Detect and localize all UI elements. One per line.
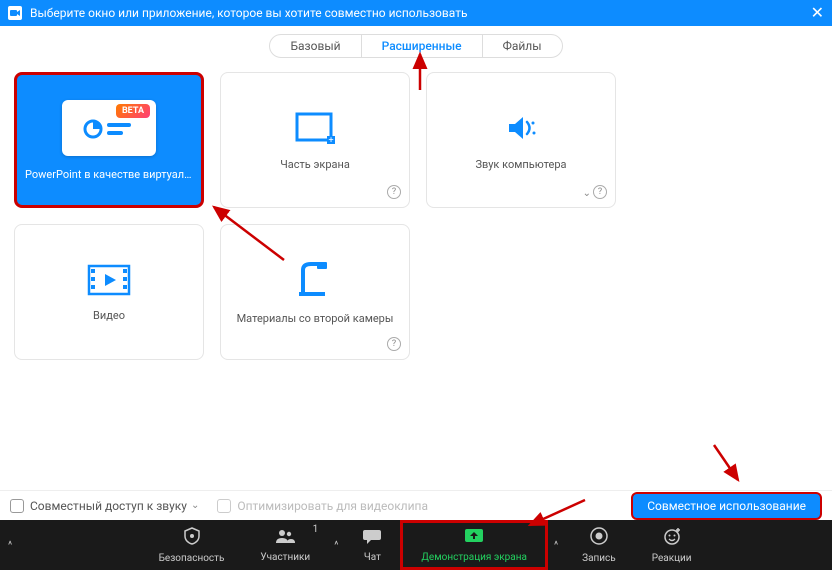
caret-up-icon[interactable]: ^: [548, 540, 564, 551]
toolbar-label: Реакции: [652, 553, 692, 564]
toolbar-reactions[interactable]: Реакции: [634, 520, 710, 570]
film-icon: [86, 263, 132, 297]
card-label: Материалы со второй камеры: [231, 312, 400, 325]
share-audio-checkbox[interactable]: [10, 499, 24, 513]
card-computer-sound[interactable]: Звук компьютера ⌄ ?: [426, 72, 616, 208]
beta-badge: BETA: [116, 104, 150, 118]
participants-count: 1: [313, 524, 319, 535]
card-preview: BETA: [62, 100, 156, 156]
card-label: Видео: [87, 309, 131, 322]
titlebar-title: Выберите окно или приложение, которое вы…: [30, 6, 467, 20]
app-icon: [8, 6, 22, 20]
optimize-label: Оптимизировать для видеоклипа: [237, 499, 428, 513]
shield-icon: [182, 526, 202, 551]
chat-icon: [362, 527, 382, 550]
caret-up-icon[interactable]: ^: [328, 540, 344, 551]
toolbar-label: Запись: [582, 553, 616, 564]
help-icon[interactable]: ?: [387, 337, 401, 351]
card-video[interactable]: Видео: [14, 224, 204, 360]
record-icon: [589, 526, 609, 551]
chevron-down-icon[interactable]: ⌄: [583, 188, 591, 199]
close-icon[interactable]: ✕: [811, 5, 824, 21]
share-screen-icon: [463, 527, 485, 550]
tab-basic[interactable]: Базовый: [270, 35, 361, 57]
screen-portion-icon: +: [293, 110, 337, 146]
toolbar-security[interactable]: Безопасность: [141, 520, 243, 570]
toolbar-label: Безопасность: [159, 553, 225, 564]
chevron-down-icon[interactable]: ⌄: [191, 500, 199, 511]
smile-plus-icon: [662, 526, 682, 551]
footer-options: Совместный доступ к звуку ⌄ Оптимизирова…: [0, 490, 832, 520]
speaker-icon: [501, 110, 541, 146]
caret-up-icon[interactable]: ^: [0, 540, 18, 551]
meeting-toolbar: ^ Безопасность 1 Участники ^ Чат Демонст…: [0, 520, 832, 570]
toolbar-participants[interactable]: 1 Участники: [242, 520, 328, 570]
card-label: Часть экрана: [274, 158, 356, 171]
tab-files[interactable]: Файлы: [483, 35, 562, 57]
card-powerpoint-virtual-bg[interactable]: BETA PowerPoint в качестве виртуального …: [14, 72, 204, 208]
tabs: Базовый Расширенные Файлы: [0, 34, 832, 58]
titlebar: Выберите окно или приложение, которое вы…: [0, 0, 832, 26]
toolbar-record[interactable]: Запись: [564, 520, 634, 570]
share-button[interactable]: Совместное использование: [631, 492, 822, 520]
card-label: PowerPoint в качестве виртуального ...: [19, 168, 199, 181]
svg-text:+: +: [328, 136, 333, 146]
people-icon: [274, 527, 296, 550]
toolbar-chat[interactable]: Чат: [344, 520, 400, 570]
help-icon[interactable]: ?: [593, 185, 607, 199]
toolbar-label: Демонстрация экрана: [421, 552, 527, 563]
optimize-checkbox[interactable]: [217, 499, 231, 513]
tab-pill: Базовый Расширенные Файлы: [269, 34, 562, 58]
toolbar-label: Чат: [364, 552, 381, 563]
card-portion-of-screen[interactable]: + Часть экрана ?: [220, 72, 410, 208]
toolbar-share-screen[interactable]: Демонстрация экрана: [400, 520, 548, 570]
options-grid: BETA PowerPoint в качестве виртуального …: [0, 58, 832, 360]
card-label: Звук компьютера: [469, 158, 572, 171]
toolbar-label: Участники: [260, 552, 310, 563]
help-icon[interactable]: ?: [387, 185, 401, 199]
card-second-camera[interactable]: Материалы со второй камеры ?: [220, 224, 410, 360]
share-audio-label: Совместный доступ к звуку: [30, 499, 187, 513]
document-camera-icon: [293, 260, 337, 300]
tab-advanced[interactable]: Расширенные: [362, 35, 483, 57]
